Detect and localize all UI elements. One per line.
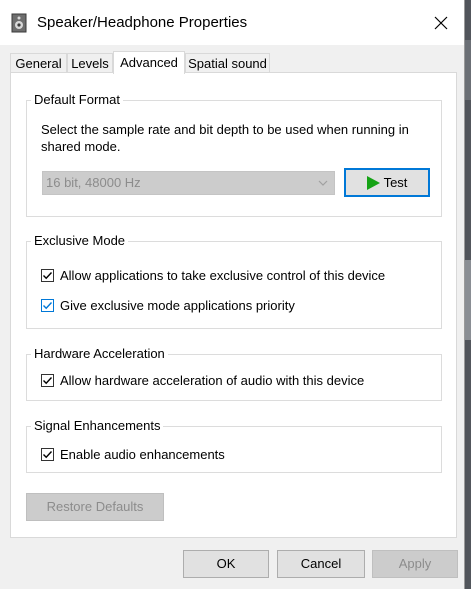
exclusive-mode-group: Exclusive Mode Allow applications to tak… <box>26 233 442 329</box>
speaker-icon <box>11 13 27 33</box>
audio-enhancements-checkbox[interactable] <box>41 448 54 461</box>
apply-button[interactable]: Apply <box>372 550 458 578</box>
checkmark-icon <box>43 272 53 280</box>
close-button[interactable] <box>418 0 464 45</box>
hardware-acceleration-checkbox[interactable] <box>41 374 54 387</box>
audio-enhancements-option[interactable]: Enable audio enhancements <box>41 447 225 462</box>
hardware-acceleration-group: Hardware Acceleration Allow hardware acc… <box>26 346 442 401</box>
checkmark-icon <box>43 377 53 385</box>
tab-spatial-sound[interactable]: Spatial sound <box>185 53 270 72</box>
sample-rate-select[interactable]: 16 bit, 48000 Hz <box>42 171 335 195</box>
title-bar: Speaker/Headphone Properties <box>0 0 464 45</box>
default-format-description: Select the sample rate and bit depth to … <box>41 122 409 154</box>
default-format-heading: Default Format <box>31 92 123 108</box>
tab-general[interactable]: General <box>10 53 67 72</box>
advanced-tab-panel: Default Format Select the sample rate an… <box>10 72 457 538</box>
checkmark-icon <box>43 302 53 310</box>
hardware-acceleration-option[interactable]: Allow hardware acceleration of audio wit… <box>41 373 364 388</box>
signal-enhancements-group: Signal Enhancements Enable audio enhance… <box>26 418 442 473</box>
chevron-down-icon <box>318 172 328 203</box>
test-button[interactable]: Test <box>344 168 430 197</box>
audio-enhancements-label: Enable audio enhancements <box>60 447 225 462</box>
exclusive-control-label: Allow applications to take exclusive con… <box>60 268 386 283</box>
exclusive-priority-option[interactable]: Give exclusive mode applications priorit… <box>41 298 295 313</box>
properties-dialog: Speaker/Headphone Properties General Lev… <box>0 0 465 589</box>
exclusive-control-checkbox[interactable] <box>41 269 54 282</box>
close-icon <box>434 16 448 29</box>
exclusive-priority-label: Give exclusive mode applications priorit… <box>60 298 295 313</box>
window-title: Speaker/Headphone Properties <box>37 14 248 31</box>
exclusive-control-option[interactable]: Allow applications to take exclusive con… <box>41 268 385 283</box>
play-icon <box>366 175 380 190</box>
signal-enhancements-heading: Signal Enhancements <box>31 418 164 434</box>
exclusive-priority-checkbox[interactable] <box>41 299 54 312</box>
exclusive-mode-heading: Exclusive Mode <box>31 233 129 249</box>
tab-advanced[interactable]: Advanced <box>113 51 185 74</box>
test-button-label: Test <box>383 175 408 190</box>
hardware-acceleration-heading: Hardware Acceleration <box>31 346 168 362</box>
cancel-button[interactable]: Cancel <box>277 550 365 578</box>
restore-defaults-button[interactable]: Restore Defaults <box>26 493 164 521</box>
tab-levels[interactable]: Levels <box>67 53 113 72</box>
checkmark-icon <box>43 451 53 459</box>
ok-button[interactable]: OK <box>183 550 269 578</box>
default-format-group: Default Format Select the sample rate an… <box>26 92 442 217</box>
hardware-acceleration-label: Allow hardware acceleration of audio wit… <box>60 373 365 388</box>
sample-rate-value: 16 bit, 48000 Hz <box>46 175 141 190</box>
